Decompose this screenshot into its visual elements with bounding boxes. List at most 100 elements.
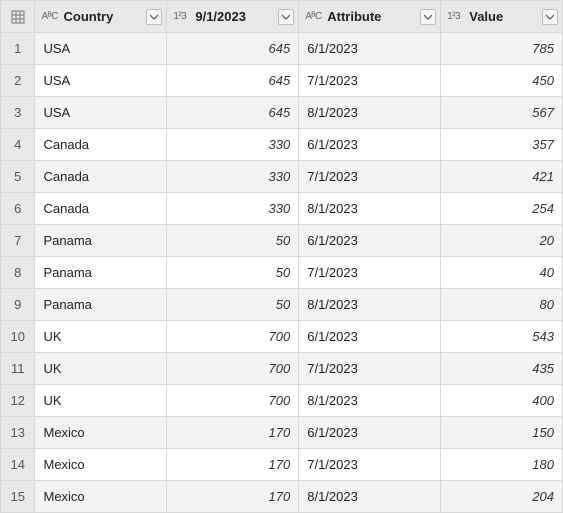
cell-sep[interactable]: 50 [167,289,299,321]
column-header-country[interactable]: AᴮC Country [35,1,167,33]
cell-country[interactable]: UK [35,353,167,385]
cell-attribute[interactable]: 8/1/2023 [299,289,441,321]
row-number[interactable]: 4 [1,129,35,161]
row-number[interactable]: 12 [1,385,35,417]
cell-country[interactable]: Mexico [35,449,167,481]
filter-dropdown-button[interactable] [278,9,294,25]
table-row[interactable]: 1USA6456/1/2023785 [1,33,563,65]
cell-attribute[interactable]: 8/1/2023 [299,481,441,513]
cell-country[interactable]: Mexico [35,417,167,449]
cell-attribute[interactable]: 8/1/2023 [299,193,441,225]
cell-value[interactable]: 435 [441,353,563,385]
cell-sep[interactable]: 330 [167,161,299,193]
cell-value[interactable]: 400 [441,385,563,417]
row-number[interactable]: 13 [1,417,35,449]
row-number[interactable]: 11 [1,353,35,385]
table-row[interactable]: 9Panama508/1/202380 [1,289,563,321]
row-number[interactable]: 3 [1,97,35,129]
table-row[interactable]: 15Mexico1708/1/2023204 [1,481,563,513]
cell-attribute[interactable]: 6/1/2023 [299,33,441,65]
row-number[interactable]: 8 [1,257,35,289]
cell-value[interactable]: 80 [441,289,563,321]
cell-country[interactable]: Canada [35,161,167,193]
cell-value[interactable]: 40 [441,257,563,289]
cell-country[interactable]: USA [35,33,167,65]
cell-country[interactable]: Panama [35,289,167,321]
cell-country[interactable]: USA [35,97,167,129]
cell-country[interactable]: USA [35,65,167,97]
row-number[interactable]: 6 [1,193,35,225]
cell-value[interactable]: 180 [441,449,563,481]
row-number[interactable]: 9 [1,289,35,321]
cell-sep[interactable]: 700 [167,385,299,417]
filter-dropdown-button[interactable] [420,9,436,25]
cell-country[interactable]: Mexico [35,481,167,513]
cell-value[interactable]: 20 [441,225,563,257]
table-row[interactable]: 3USA6458/1/2023567 [1,97,563,129]
cell-attribute[interactable]: 6/1/2023 [299,225,441,257]
cell-country[interactable]: Canada [35,129,167,161]
row-number[interactable]: 5 [1,161,35,193]
cell-value[interactable]: 543 [441,321,563,353]
cell-sep[interactable]: 330 [167,193,299,225]
table-row[interactable]: 5Canada3307/1/2023421 [1,161,563,193]
chevron-down-icon [150,13,158,21]
cell-country[interactable]: Panama [35,225,167,257]
table-row[interactable]: 13Mexico1706/1/2023150 [1,417,563,449]
column-header-9-1-2023[interactable]: 1²3 9/1/2023 [167,1,299,33]
row-number[interactable]: 14 [1,449,35,481]
cell-value[interactable]: 204 [441,481,563,513]
cell-sep[interactable]: 645 [167,97,299,129]
table-row[interactable]: 4Canada3306/1/2023357 [1,129,563,161]
cell-sep[interactable]: 645 [167,33,299,65]
row-number[interactable]: 2 [1,65,35,97]
cell-value[interactable]: 567 [441,97,563,129]
cell-country[interactable]: Canada [35,193,167,225]
cell-value[interactable]: 785 [441,33,563,65]
column-header-value[interactable]: 1²3 Value [441,1,563,33]
filter-dropdown-button[interactable] [542,9,558,25]
cell-sep[interactable]: 170 [167,481,299,513]
table-row[interactable]: 2USA6457/1/2023450 [1,65,563,97]
column-header-attribute[interactable]: AᴮC Attribute [299,1,441,33]
cell-value[interactable]: 254 [441,193,563,225]
cell-attribute[interactable]: 6/1/2023 [299,321,441,353]
cell-attribute[interactable]: 7/1/2023 [299,449,441,481]
select-all-corner[interactable] [1,1,35,33]
table-row[interactable]: 14Mexico1707/1/2023180 [1,449,563,481]
cell-country[interactable]: UK [35,385,167,417]
cell-attribute[interactable]: 6/1/2023 [299,417,441,449]
cell-attribute[interactable]: 7/1/2023 [299,353,441,385]
row-number[interactable]: 10 [1,321,35,353]
cell-sep[interactable]: 170 [167,417,299,449]
cell-sep[interactable]: 700 [167,321,299,353]
table-row[interactable]: 6Canada3308/1/2023254 [1,193,563,225]
cell-attribute[interactable]: 8/1/2023 [299,385,441,417]
cell-attribute[interactable]: 6/1/2023 [299,129,441,161]
cell-country[interactable]: UK [35,321,167,353]
cell-attribute[interactable]: 7/1/2023 [299,161,441,193]
cell-attribute[interactable]: 7/1/2023 [299,65,441,97]
table-row[interactable]: 12UK7008/1/2023400 [1,385,563,417]
row-number[interactable]: 7 [1,225,35,257]
cell-value[interactable]: 357 [441,129,563,161]
cell-value[interactable]: 150 [441,417,563,449]
cell-sep[interactable]: 50 [167,225,299,257]
cell-attribute[interactable]: 7/1/2023 [299,257,441,289]
table-row[interactable]: 8Panama507/1/202340 [1,257,563,289]
cell-sep[interactable]: 330 [167,129,299,161]
cell-value[interactable]: 450 [441,65,563,97]
cell-sep[interactable]: 170 [167,449,299,481]
cell-sep[interactable]: 50 [167,257,299,289]
row-number[interactable]: 1 [1,33,35,65]
cell-country[interactable]: Panama [35,257,167,289]
row-number[interactable]: 15 [1,481,35,513]
cell-value[interactable]: 421 [441,161,563,193]
table-row[interactable]: 7Panama506/1/202320 [1,225,563,257]
table-row[interactable]: 10UK7006/1/2023543 [1,321,563,353]
table-row[interactable]: 11UK7007/1/2023435 [1,353,563,385]
cell-attribute[interactable]: 8/1/2023 [299,97,441,129]
cell-sep[interactable]: 700 [167,353,299,385]
cell-sep[interactable]: 645 [167,65,299,97]
filter-dropdown-button[interactable] [146,9,162,25]
